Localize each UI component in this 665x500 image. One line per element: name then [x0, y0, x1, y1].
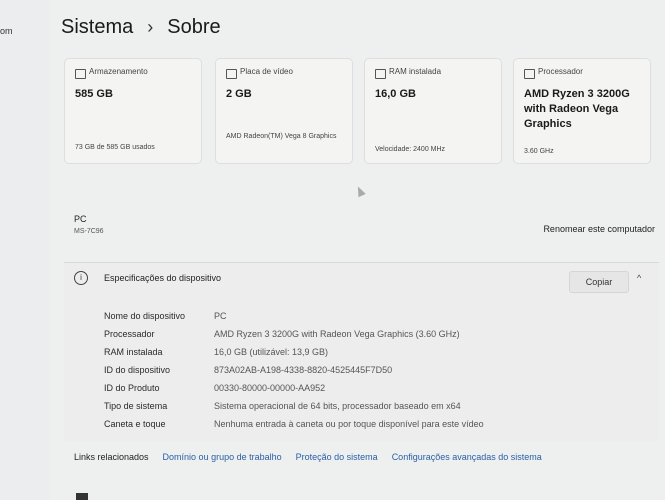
link-advanced-settings[interactable]: Configurações avançadas do sistema — [392, 452, 542, 462]
spec-value: 873A02AB-A198-4338-8820-4525445F7D50 — [214, 365, 393, 375]
spec-row: ID do Produto 00330-80000-00000-AA952 — [104, 383, 325, 393]
card-value: 16,0 GB — [375, 88, 416, 100]
spec-key: RAM instalada — [104, 347, 163, 357]
spec-key: Caneta e toque — [104, 419, 166, 429]
spec-value: Sistema operacional de 64 bits, processa… — [214, 401, 461, 411]
spec-key: ID do dispositivo — [104, 365, 171, 375]
device-specs-section: i Especificações do dispositivo Copiar ^… — [64, 262, 659, 441]
card-label: Processador — [538, 67, 583, 76]
card-processor[interactable]: Processador AMD Ryzen 3 3200G with Radeo… — [513, 58, 651, 164]
rename-pc-button[interactable]: Renomear este computador — [543, 224, 655, 234]
breadcrumb: Sistema › Sobre — [61, 16, 221, 39]
info-icon: i — [74, 271, 88, 285]
spec-key: Tipo de sistema — [104, 401, 168, 411]
device-name: PC — [74, 214, 87, 224]
spec-value: 00330-80000-00000-AA952 — [214, 383, 326, 393]
card-storage[interactable]: Armazenamento 585 GB 73 GB de 585 GB usa… — [64, 58, 202, 164]
spec-row: Tipo de sistema Sistema operacional de 6… — [104, 401, 461, 411]
related-links: Links relacionados Domínio ou grupo de t… — [74, 452, 542, 462]
chevron-up-icon[interactable]: ^ — [637, 273, 641, 283]
card-sub: 3.60 GHz — [524, 148, 554, 155]
card-sub: AMD Radeon(TM) Vega 8 Graphics — [226, 133, 337, 140]
card-label: Armazenamento — [89, 67, 148, 76]
card-ram[interactable]: RAM instalada 16,0 GB Velocidade: 2400 M… — [364, 58, 502, 164]
spec-row: ID do dispositivo 873A02AB-A198-4338-882… — [104, 365, 392, 375]
card-value: 2 GB — [226, 88, 252, 100]
ram-icon — [375, 69, 386, 79]
spec-key: ID do Produto — [104, 383, 160, 393]
card-sub: Velocidade: 2400 MHz — [375, 146, 446, 153]
spec-row: Caneta e toque Nenhuma entrada à caneta … — [104, 419, 484, 429]
spec-row: Processador AMD Ryzen 3 3200G with Radeo… — [104, 329, 460, 339]
settings-main: Sistema › Sobre Armazenamento 585 GB 73 … — [50, 0, 665, 500]
related-links-label: Links relacionados — [74, 452, 149, 462]
spec-key: Nome do dispositivo — [104, 311, 186, 321]
left-nav-text: om — [0, 26, 13, 36]
card-gpu[interactable]: Placa de vídeo 2 GB AMD Radeon(TM) Vega … — [215, 58, 353, 164]
device-name-row: PC MS-7C96 Renomear este computador — [64, 204, 659, 254]
card-label: Placa de vídeo — [240, 67, 293, 76]
spec-value: 16,0 GB (utilizável: 13,9 GB) — [214, 347, 329, 357]
device-model: MS-7C96 — [74, 228, 104, 235]
mouse-cursor-icon — [354, 184, 366, 198]
spec-value: Nenhuma entrada à caneta ou por toque di… — [214, 419, 484, 429]
link-system-protection[interactable]: Proteção do sistema — [296, 452, 378, 462]
spec-value: AMD Ryzen 3 3200G with Radeon Vega Graph… — [214, 329, 460, 339]
spec-row: RAM instalada 16,0 GB (utilizável: 13,9 … — [104, 347, 328, 357]
card-label: RAM instalada — [389, 67, 442, 76]
partial-icon — [76, 493, 88, 500]
gpu-icon — [226, 69, 237, 79]
link-domain-workgroup[interactable]: Domínio ou grupo de trabalho — [163, 452, 282, 462]
spec-key: Processador — [104, 329, 155, 339]
left-nav-strip: om — [0, 0, 50, 500]
spec-value: PC — [214, 311, 227, 321]
card-sub: 73 GB de 585 GB usados — [75, 144, 155, 151]
storage-icon — [75, 69, 86, 79]
card-value: AMD Ryzen 3 3200G with Radeon Vega Graph… — [524, 88, 630, 130]
processor-icon — [524, 69, 535, 79]
spec-row: Nome do dispositivo PC — [104, 311, 227, 321]
card-value: 585 GB — [75, 88, 113, 100]
breadcrumb-separator-icon: › — [147, 17, 154, 37]
copy-button[interactable]: Copiar — [569, 271, 629, 293]
page-title: Sobre — [167, 16, 221, 38]
breadcrumb-parent[interactable]: Sistema — [61, 16, 133, 39]
specs-title: Especificações do dispositivo — [104, 273, 222, 283]
